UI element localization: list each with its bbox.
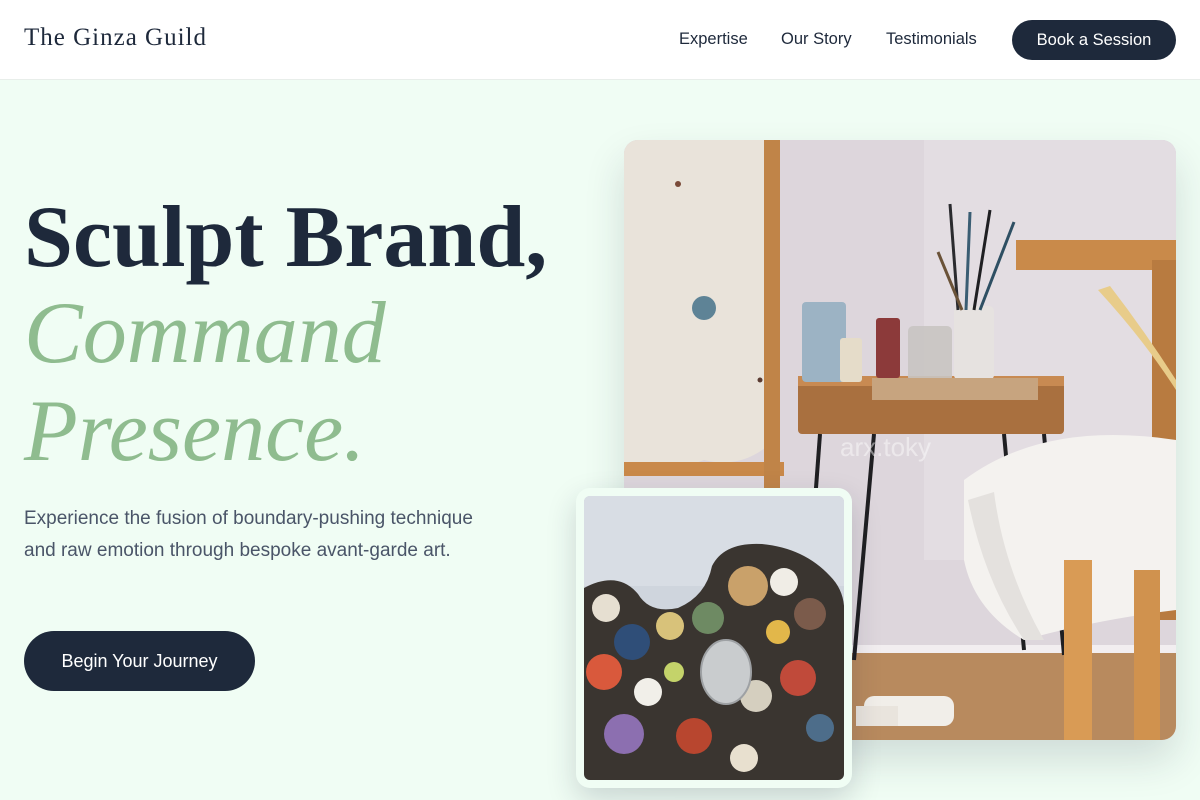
hero-title-line-1: Sculpt Brand, <box>24 189 548 286</box>
palette-illustration <box>584 496 844 780</box>
palette-image <box>584 496 844 780</box>
hero-title-line-2: Command <box>24 285 386 382</box>
begin-journey-button[interactable]: Begin Your Journey <box>24 631 255 691</box>
hero-description: Experience the fusion of boundary-pushin… <box>24 508 473 561</box>
nav-link-expertise[interactable]: Expertise <box>679 30 748 49</box>
hero-title-line-3: Presence. <box>24 383 366 480</box>
palette-image-frame <box>576 488 852 788</box>
book-session-button[interactable]: Book a Session <box>1012 20 1176 60</box>
nav-link-our-story[interactable]: Our Story <box>781 30 852 49</box>
nav-link-testimonials[interactable]: Testimonials <box>886 30 977 49</box>
watermark-text: arx.toky <box>840 432 931 462</box>
navbar: The Ginza Guild Expertise Our Story Test… <box>0 0 1200 80</box>
logo[interactable]: The Ginza Guild <box>24 24 207 52</box>
